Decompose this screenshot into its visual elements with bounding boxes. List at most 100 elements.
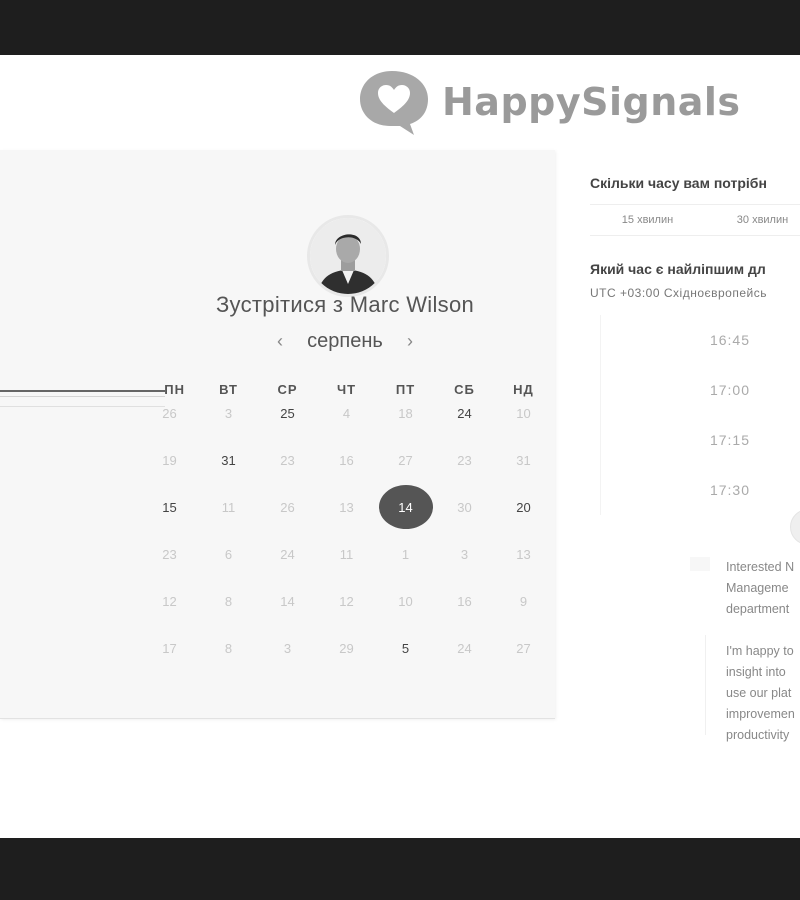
calendar-day-number: 20 (516, 499, 531, 515)
calendar-day-number: 15 (162, 499, 177, 515)
calendar-day: 14 (258, 589, 317, 613)
month-navigation: ‹ серпень › (270, 330, 420, 353)
description-line: insight into (726, 665, 786, 679)
description-line: use our plat (726, 686, 792, 700)
calendar-day-number: 24 (457, 640, 472, 656)
description-line: productivity (726, 728, 790, 742)
calendar-day: 26 (258, 495, 317, 519)
calendar-day[interactable]: 25 (258, 401, 317, 425)
booking-panel: Скільки часу вам потрібн 15 хвилин 30 хв… (590, 175, 800, 742)
weekday-label: НД (513, 382, 534, 397)
calendar-day: 10 (376, 589, 435, 613)
description-paragraph: I'm happy to insight into use our plat i… (726, 641, 800, 746)
calendar-day-number: 24 (280, 546, 295, 562)
time-slot[interactable]: 16:45 (600, 315, 800, 365)
calendar-day-number: 5 (401, 640, 410, 656)
host-photo (310, 218, 386, 294)
calendar-day: 24 (258, 542, 317, 566)
calendar-day-number: 27 (398, 452, 413, 468)
calendar-day-number: 14 (280, 593, 295, 609)
calendar-day-number: 9 (519, 593, 528, 609)
meeting-title: Зустрітися з Marc Wilson (215, 292, 475, 317)
calendar-day[interactable]: 20 (494, 495, 553, 519)
calendar-day: 29 (317, 636, 376, 660)
calendar-day-number: 24 (457, 405, 472, 421)
calendar-day-number: 3 (224, 405, 233, 421)
calendar-day: 13 (494, 542, 553, 566)
duration-question: Скільки часу вам потрібн (590, 175, 767, 191)
calendar-day[interactable]: 31 (199, 448, 258, 472)
calendar-day-number: 26 (280, 499, 295, 515)
calendar-day-number: 17 (162, 640, 177, 656)
calendar-day-number: 8 (224, 593, 233, 609)
calendar-day: 4 (317, 401, 376, 425)
calendar-day-number: 1 (401, 546, 410, 562)
calendar-day: 31 (494, 448, 553, 472)
time-slot-list: 16:45 17:00 17:15 17:30 (600, 315, 800, 515)
calendar-day: 12 (140, 589, 199, 613)
month-label: серпень (307, 330, 383, 352)
calendar-day-number: 23 (162, 546, 177, 562)
calendar-day-number: 12 (339, 593, 354, 609)
calendar-day: 10 (494, 401, 553, 425)
calendar-card: Зустрітися з Marc Wilson ‹ серпень › ПН В… (0, 150, 555, 719)
calendar-day: 23 (258, 448, 317, 472)
calendar-day-number: 8 (224, 640, 233, 656)
avatar (307, 215, 389, 297)
calendar-day[interactable]: 5 (376, 636, 435, 660)
time-slot[interactable]: 17:15 (600, 415, 800, 465)
description-line: I'm happy to (726, 644, 794, 658)
description-line: Manageme (726, 581, 789, 595)
calendar-day: 19 (140, 448, 199, 472)
calendar-day: 3 (435, 542, 494, 566)
calendar-day-selected[interactable]: 14 (376, 495, 435, 519)
calendar-day-number: 4 (342, 405, 351, 421)
calendar-day-number: 27 (516, 640, 531, 656)
chevron-left-icon[interactable]: ‹ (270, 331, 290, 352)
time-slot[interactable]: 17:30 (600, 465, 800, 515)
calendar-day-number: 31 (221, 452, 236, 468)
calendar-day-number: 16 (457, 593, 472, 609)
calendar-day: 27 (376, 448, 435, 472)
weekday-label: ВТ (219, 382, 238, 397)
weekday-label: ЧТ (336, 382, 357, 397)
calendar-day-number: 26 (162, 405, 177, 421)
calendar-day: 26 (140, 401, 199, 425)
calendar-day: 8 (199, 636, 258, 660)
letterbox-top (0, 0, 800, 55)
calendar-day: 23 (435, 448, 494, 472)
calendar-day-number: 11 (339, 546, 354, 562)
calendar-day: 30 (435, 495, 494, 519)
calendar-day-number: 10 (398, 593, 413, 609)
logo-text: HappySignals (442, 80, 741, 124)
calendar-day[interactable]: 15 (140, 495, 199, 519)
calendar-day-number: 3 (460, 546, 469, 562)
calendar-day-number: 11 (221, 499, 236, 515)
calendar-day-number: 18 (398, 405, 413, 421)
calendar-day[interactable]: 24 (435, 401, 494, 425)
time-slot[interactable]: 17:00 (600, 365, 800, 415)
duration-15-button[interactable]: 15 хвилин (590, 205, 705, 235)
calendar-day-number: 25 (280, 405, 295, 421)
calendar-day: 17 (140, 636, 199, 660)
weekday-label: ПТ (395, 382, 416, 397)
calendar-day-number: 12 (162, 593, 177, 609)
chevron-right-icon[interactable]: › (400, 331, 420, 352)
weekday-header: ПН ВТ СР ЧТ ПТ СБ НД (140, 382, 555, 397)
calendar-day: 18 (376, 401, 435, 425)
calendar-grid: 26 3 25 4 18 24 10 19 31 23 16 27 23 31 15 11 26 13 14 30 20… (140, 401, 555, 683)
calendar-day-number: 30 (457, 499, 472, 515)
calendar-day-number: 19 (162, 452, 177, 468)
description-line: Interested N (726, 560, 795, 574)
time-question: Який час є найліпшим дл (590, 261, 766, 277)
description-line: department (726, 602, 790, 616)
calendar-day: 16 (435, 589, 494, 613)
description-paragraph: Interested N Manageme department (726, 557, 800, 620)
timezone-label[interactable]: UTC +03:00 Східноєвропейсь (590, 286, 767, 300)
duration-30-button[interactable]: 30 хвилин (705, 205, 800, 235)
divider (705, 635, 706, 735)
calendar-day-number: 31 (516, 452, 531, 468)
weekday-label: СБ (454, 382, 475, 397)
calendar-day-number: 23 (280, 452, 295, 468)
calendar-day: 8 (199, 589, 258, 613)
